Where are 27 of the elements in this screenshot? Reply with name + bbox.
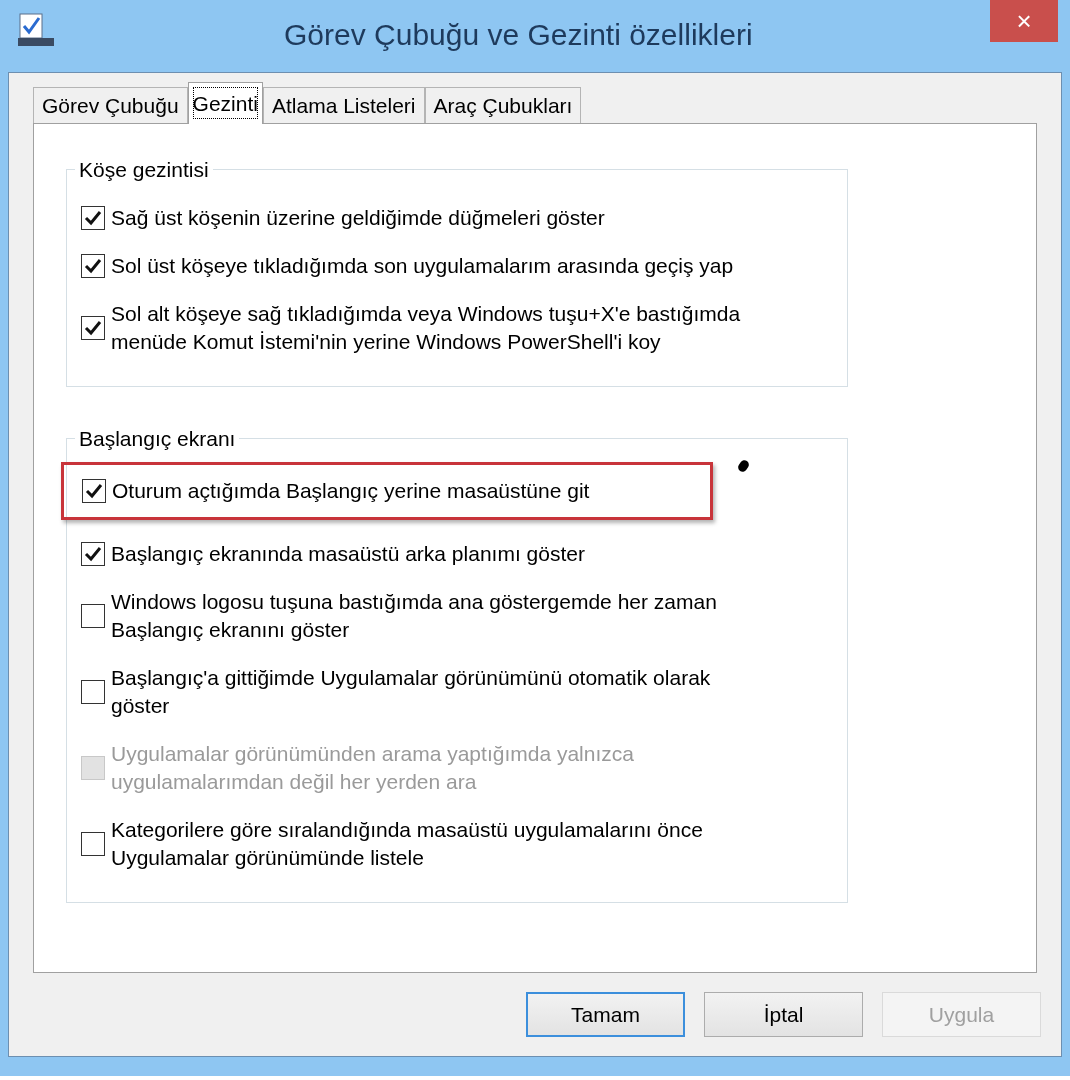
dialog-button[interactable]: İptal [704, 992, 863, 1037]
option-label: Uygulamalar görünümünden arama yaptığımda yalnızca uygulamalarımdan değil her yerden ara [111, 741, 635, 795]
group-title: Köşe gezintisi [78, 157, 210, 183]
tab[interactable]: Görev Çubuğu [33, 87, 188, 123]
option-label: Başlangıç ekranında masaüstü arka planımı göster [111, 541, 585, 567]
checkbox[interactable] [81, 832, 105, 856]
close-button[interactable]: × [990, 0, 1058, 42]
option-label: Sağ üst köşenin üzerine geldiğimde düğmeleri göster [111, 204, 605, 231]
tab[interactable]: Araç Çubukları [424, 87, 582, 123]
checkbox[interactable] [81, 205, 105, 230]
tab[interactable]: Atlama Listeleri [262, 87, 425, 123]
checkbox[interactable] [81, 542, 105, 566]
option-label: Kategorilere göre sıralandığında masaüstü uygulamalarını önce Uygulamalar görünümünde listele [111, 817, 704, 871]
dialog-button[interactable]: Tamam [526, 992, 685, 1037]
tab[interactable]: Gezinti [187, 82, 263, 124]
checkbox[interactable] [81, 315, 105, 340]
option-label: Windows logosu tuşuna bastığımda ana göstergemde her zaman Başlangıç ekranını göster [111, 589, 718, 643]
group-title: Başlangıç ekranı [78, 425, 237, 452]
option-label: Oturum açtığımda Başlangıç yerine masaüstüne git [112, 478, 590, 504]
checkbox[interactable] [81, 253, 105, 278]
option-label: Sol alt köşeye sağ tıkladığımda veya Windows tuşu+X'e bastığımda menüde Komut İstemi'nin yerine Windows PowerShell'i koy [111, 300, 742, 355]
checkbox[interactable] [81, 680, 105, 704]
checkbox[interactable] [81, 604, 105, 628]
option-label: Başlangıç'a gittiğimde Uygulamalar görünümünü otomatik olarak göster [111, 665, 712, 719]
window-title: Görev Çubuğu ve Gezinti özellikleri [284, 17, 753, 53]
checkbox[interactable] [82, 479, 106, 503]
option-label: Sol üst köşeye tıkladığımda son uygulamalarım arasında geçiş yap [111, 252, 734, 279]
